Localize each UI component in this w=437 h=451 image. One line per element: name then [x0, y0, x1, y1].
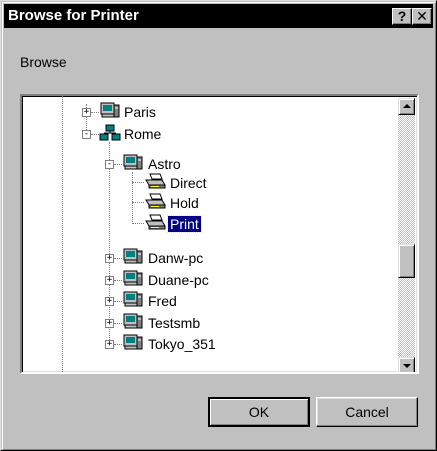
expand-icon[interactable]: + [105, 319, 114, 328]
tree-node-label: Direct [170, 175, 207, 191]
expand-icon[interactable]: + [105, 276, 114, 285]
vertical-scrollbar[interactable] [398, 98, 415, 372]
expand-icon[interactable]: + [105, 340, 114, 349]
help-button[interactable]: ? [392, 8, 412, 25]
dialog-window: Browse for Printer ? ✕ Browse + Paris - [0, 0, 437, 451]
tree-node-label: Rome [124, 126, 162, 142]
tree-node-testsmb[interactable]: + Testsmb [22, 313, 222, 333]
tree-node-label: Danw-pc [148, 250, 204, 266]
tree-node-label: Duane-pc [148, 272, 209, 288]
collapse-icon[interactable]: - [82, 130, 91, 139]
expand-icon[interactable]: + [105, 254, 114, 263]
computer-icon [122, 291, 144, 309]
printer-icon [144, 193, 166, 211]
expand-icon[interactable]: + [82, 108, 91, 117]
computer-icon [122, 154, 144, 172]
tree-node-label: Fred [148, 293, 177, 309]
tree-node-label: Hold [170, 195, 199, 211]
scroll-up-button[interactable] [398, 98, 415, 115]
computer-icon [122, 313, 144, 331]
printer-icon [144, 214, 166, 232]
computer-icon [122, 270, 144, 288]
title-bar[interactable]: Browse for Printer ? ✕ [4, 4, 433, 28]
tree-node-danw-pc[interactable]: + Danw-pc [22, 248, 222, 268]
computer-icon [122, 334, 144, 352]
tree-node-label: Astro [148, 156, 181, 172]
ok-button[interactable]: OK [208, 397, 310, 427]
scroll-thumb[interactable] [398, 244, 415, 278]
arrow-up-icon [403, 104, 411, 108]
browse-label: Browse [20, 54, 67, 70]
tree-node-tokyo-351[interactable]: + Tokyo_351 [22, 334, 222, 354]
window-title: Browse for Printer [8, 7, 139, 24]
tree-node-duane-pc[interactable]: + Duane-pc [22, 270, 222, 290]
scroll-down-button[interactable] [398, 357, 415, 372]
computer-icon [99, 102, 121, 120]
tree-node-paris[interactable]: + Paris [22, 102, 222, 122]
computer-icon [122, 248, 144, 266]
cancel-button[interactable]: Cancel [316, 397, 418, 427]
tree-node-rome[interactable]: - Rome [22, 124, 222, 144]
tree-node-astro[interactable]: - Astro [22, 154, 222, 174]
tree-node-fred[interactable]: + Fred [22, 291, 222, 311]
arrow-down-icon [403, 364, 411, 368]
printer-tree[interactable]: + Paris - Rome - Astro Direct Hold Print… [20, 94, 419, 374]
expand-icon[interactable]: + [105, 297, 114, 306]
tree-node-hold[interactable]: Hold [22, 193, 222, 213]
close-button[interactable]: ✕ [412, 8, 432, 25]
tree-node-label: Testsmb [148, 315, 201, 331]
collapse-icon[interactable]: - [105, 160, 114, 169]
tree-node-label: Paris [124, 104, 156, 120]
tree-node-label-selected: Print [167, 215, 202, 233]
network-icon [99, 124, 121, 142]
printer-icon [144, 173, 166, 191]
tree-node-print[interactable]: Print [22, 214, 222, 234]
tree-node-direct[interactable]: Direct [22, 173, 222, 193]
tree-node-label: Tokyo_351 [148, 336, 216, 352]
